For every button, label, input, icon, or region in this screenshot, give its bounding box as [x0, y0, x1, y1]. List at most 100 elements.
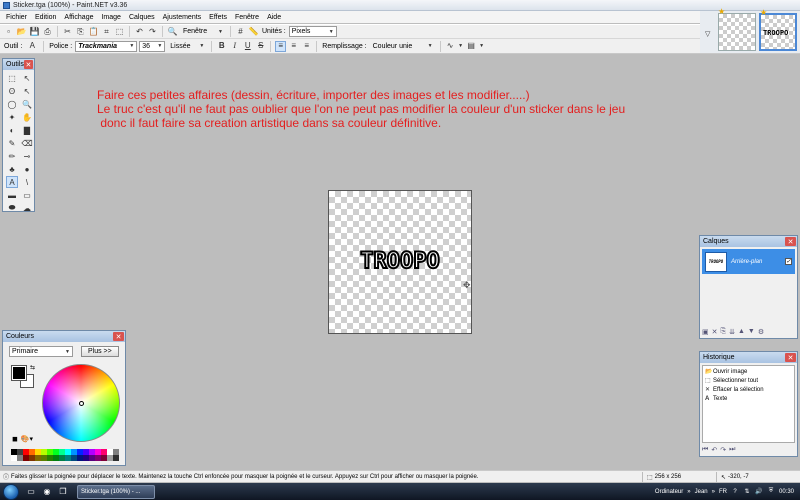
move-layer-up-icon[interactable]: ▲	[738, 328, 745, 336]
open-file-icon[interactable]: 📂	[16, 26, 27, 37]
image-thumbnail-1[interactable]: ★	[718, 7, 756, 51]
menu-edition[interactable]: Edition	[31, 14, 60, 21]
menu-fenetre[interactable]: Fenêtre	[231, 14, 263, 21]
ellipse-tool-icon[interactable]: ⬬	[6, 202, 18, 214]
chevron-down-icon[interactable]: ▼	[479, 41, 485, 52]
rectangle-select-tool-icon[interactable]: ⬚	[6, 72, 18, 84]
volume-icon[interactable]: 🔊	[755, 488, 763, 496]
start-button[interactable]	[3, 483, 19, 500]
user-label[interactable]: Jean	[695, 489, 708, 495]
menu-calques[interactable]: Calques	[125, 14, 159, 21]
paintbrush-tool-icon[interactable]: ✎	[6, 137, 18, 149]
move-layer-down-icon[interactable]: ▼	[748, 328, 755, 336]
redo-icon[interactable]: ↷	[720, 446, 726, 454]
clone-stamp-tool-icon[interactable]: ♣	[6, 163, 18, 175]
security-icon[interactable]: ⛨	[767, 488, 775, 496]
layer-properties-icon[interactable]: ⚙	[758, 328, 764, 336]
chevron-down-icon[interactable]: ▼	[458, 41, 464, 52]
deselect-icon[interactable]: ⬚	[114, 26, 125, 37]
layer-item-background[interactable]: TROOPO Arrière-plan ✓	[702, 249, 795, 274]
layer-visibility-checkbox[interactable]: ✓	[785, 258, 792, 265]
new-file-icon[interactable]: ▫	[3, 26, 14, 37]
line-curve-tool-icon[interactable]: \	[21, 176, 33, 188]
freeform-shape-tool-icon[interactable]: ☁	[21, 202, 33, 214]
recolor-tool-icon[interactable]: ●	[21, 163, 33, 175]
color-wheel[interactable]	[42, 364, 120, 442]
cut-icon[interactable]: ✂	[62, 26, 73, 37]
fast-forward-icon[interactable]: ⏭	[729, 446, 735, 454]
more-colors-button[interactable]: Plus >>	[81, 346, 119, 357]
show-desktop-icon[interactable]: ▭	[25, 486, 37, 497]
network-icon[interactable]: ⇅	[743, 488, 751, 496]
text-tool-icon[interactable]: A	[6, 176, 18, 188]
swap-colors-icon[interactable]: ⇆	[30, 364, 35, 371]
move-selection-tool-icon[interactable]: ↖	[21, 72, 33, 84]
history-item-text[interactable]: A Texte	[705, 394, 792, 403]
merge-layer-icon[interactable]: ⇊	[729, 328, 735, 336]
redo-icon[interactable]: ↷	[147, 26, 158, 37]
tray-arrow-icon[interactable]: »	[712, 489, 715, 495]
rectangle-tool-icon[interactable]: ▬	[6, 189, 18, 201]
print-icon[interactable]: ⎙	[42, 26, 53, 37]
primary-color-swatch[interactable]	[11, 365, 27, 381]
taskbar-item-paintnet[interactable]: Sticker.tga (100%) - ...	[77, 484, 155, 499]
eraser-tool-icon[interactable]: ⌫	[21, 137, 33, 149]
blend-mode-icon[interactable]: ▤	[466, 41, 477, 52]
undo-icon[interactable]: ↶	[134, 26, 145, 37]
thumbnail-menu-icon[interactable]: ▽	[705, 30, 710, 38]
history-item-select-all[interactable]: ⬚ Sélectionner tout	[705, 376, 792, 385]
pan-tool-icon[interactable]: ✋	[21, 111, 33, 123]
grid-icon[interactable]: #	[235, 26, 246, 37]
undo-icon[interactable]: ↶	[711, 446, 717, 454]
palette-swatch[interactable]	[113, 455, 119, 461]
paint-bucket-tool-icon[interactable]: ◐	[6, 124, 18, 136]
menu-fichier[interactable]: Fichier	[2, 14, 31, 21]
zoom-tool-icon[interactable]: 🔍	[21, 98, 33, 110]
magic-wand-tool-icon[interactable]: ✦	[6, 111, 18, 123]
browser-icon[interactable]: ◉	[41, 486, 53, 497]
antialias-icon[interactable]: ∿	[445, 41, 456, 52]
close-icon[interactable]: ✕	[785, 237, 796, 246]
align-center-icon[interactable]: ≡	[288, 41, 299, 52]
rewind-icon[interactable]: ⏮	[702, 446, 708, 454]
smoothing-dropdown[interactable]: Lissée ▼	[167, 41, 207, 52]
save-icon[interactable]: 💾	[29, 26, 40, 37]
tray-arrow-icon[interactable]: »	[687, 489, 690, 495]
lasso-select-tool-icon[interactable]: ʘ	[6, 85, 18, 97]
duplicate-layer-icon[interactable]: ⎘	[721, 328, 727, 336]
ellipse-select-tool-icon[interactable]: ◯	[6, 98, 18, 110]
move-handle-icon[interactable]: ✥	[463, 280, 471, 291]
image-thumbnail-2[interactable]: ★ TROOPO	[759, 8, 797, 51]
strikethrough-button[interactable]: S	[255, 41, 266, 52]
pencil-tool-icon[interactable]: ✏	[6, 150, 18, 162]
underline-button[interactable]: U	[242, 41, 253, 52]
switch-windows-icon[interactable]: ❐	[57, 486, 69, 497]
language-indicator[interactable]: FR	[719, 489, 727, 495]
units-select[interactable]: Pixels ▼	[288, 26, 337, 37]
menu-effets[interactable]: Effets	[205, 14, 231, 21]
align-left-icon[interactable]: ≡	[275, 40, 287, 52]
rounded-rectangle-tool-icon[interactable]: ▭	[21, 189, 33, 201]
move-selected-tool-icon[interactable]: ↖	[21, 85, 33, 97]
paste-icon[interactable]: 📋	[88, 26, 99, 37]
history-item-erase-selection[interactable]: ✕ Effacer la sélection	[705, 385, 792, 394]
color-mode-select[interactable]: Primaire ▼	[9, 346, 73, 357]
zoom-icon[interactable]: 🔍	[167, 26, 178, 37]
menu-image[interactable]: Image	[97, 14, 124, 21]
close-icon[interactable]: ✕	[785, 353, 796, 362]
copy-icon[interactable]: ⎘	[75, 26, 86, 37]
fill-select[interactable]: Couleur unie ▼	[370, 41, 436, 52]
image-canvas[interactable]: TROOPO ✥	[328, 190, 472, 334]
add-layer-icon[interactable]: ▣	[702, 328, 709, 336]
delete-layer-icon[interactable]: ✕	[712, 328, 718, 336]
close-icon[interactable]: ✕	[113, 332, 124, 341]
window-dropdown[interactable]: Fenêtre ▼	[180, 26, 226, 37]
menu-affichage[interactable]: Affichage	[60, 14, 97, 21]
italic-button[interactable]: I	[229, 41, 240, 52]
gradient-tool-icon[interactable]: ▇	[21, 124, 33, 136]
menu-ajustements[interactable]: Ajustements	[159, 14, 206, 21]
color-wheel-cursor[interactable]	[79, 401, 84, 406]
history-item-open-image[interactable]: 📂 Ouvrir image	[705, 367, 792, 376]
font-select[interactable]: Trackmania ▼	[75, 40, 138, 52]
crop-icon[interactable]: ⌗	[101, 26, 112, 37]
